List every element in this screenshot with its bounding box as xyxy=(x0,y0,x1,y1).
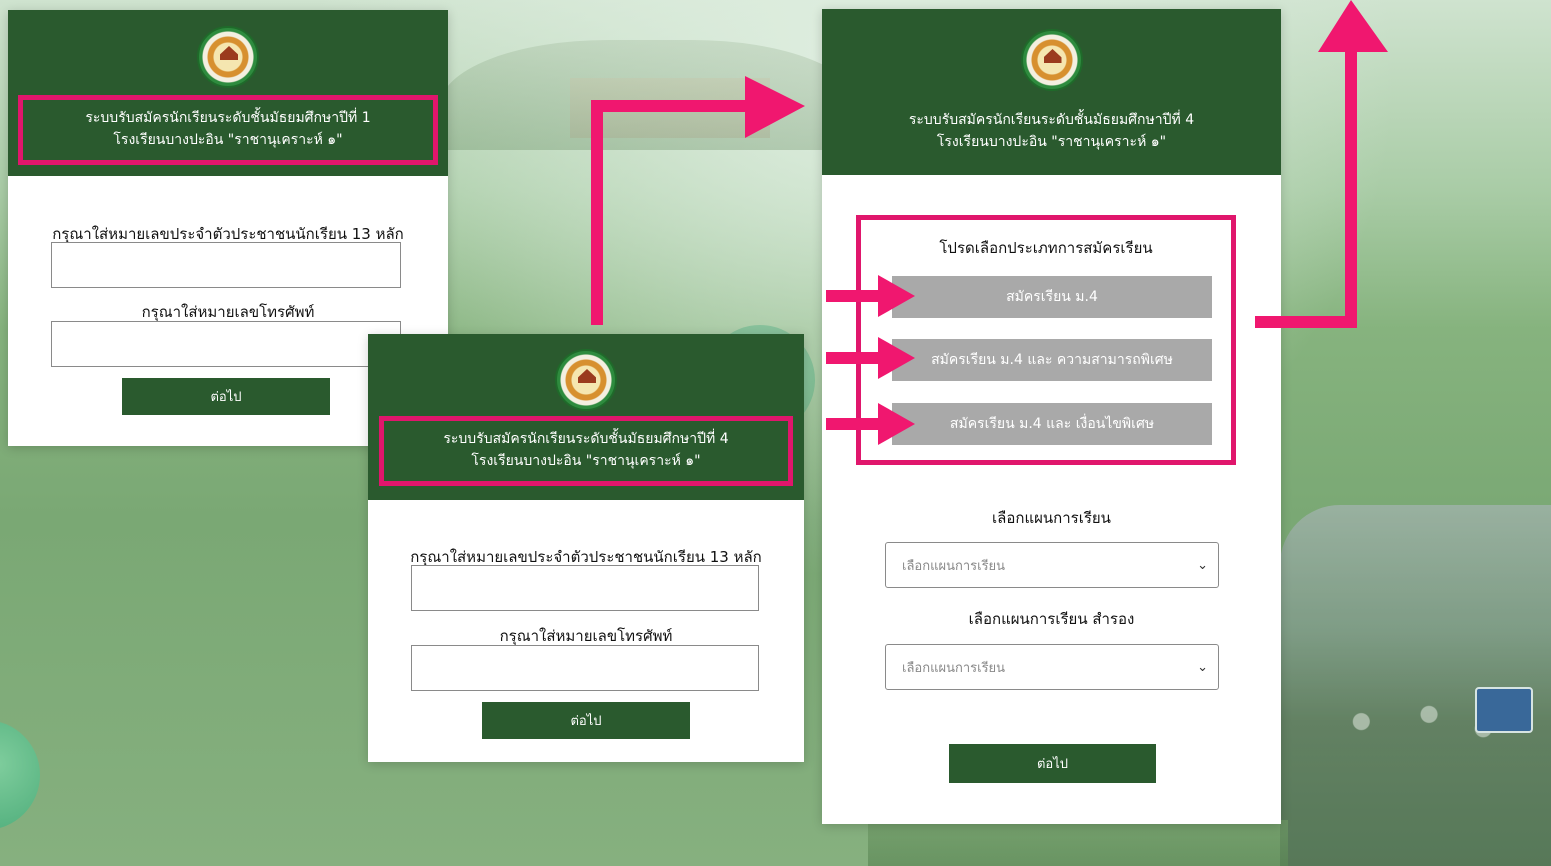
page-title-line2: โรงเรียนบางปะอิน "ราชานุเคราะห์ ๑" xyxy=(113,132,343,148)
option-register-m4-special-talent[interactable]: สมัครเรียน ม.4 และ ความสามารถพิเศษ xyxy=(892,339,1212,381)
background-flag xyxy=(1475,687,1533,733)
background-building xyxy=(570,78,770,138)
registration-type-group: โปรดเลือกประเภทการสมัครเรียน สมัครเรียน … xyxy=(856,215,1236,465)
next-button[interactable]: ต่อไป xyxy=(482,702,690,739)
next-button[interactable]: ต่อไป xyxy=(122,378,330,415)
study-plan-label: เลือกแผนการเรียน xyxy=(992,509,1111,527)
page-title-highlight: ระบบรับสมัครนักเรียนระดับชั้นมัธยมศึกษาป… xyxy=(18,95,438,165)
registration-card-m4: ระบบรับสมัครนักเรียนระดับชั้นมัธยมศึกษาป… xyxy=(368,334,804,762)
page-title-line1: ระบบรับสมัครนักเรียนระดับชั้นมัธยมศึกษาป… xyxy=(908,112,1195,128)
card-header: ระบบรับสมัครนักเรียนระดับชั้นมัธยมศึกษาป… xyxy=(368,334,804,500)
background-trees xyxy=(440,40,860,150)
option-register-m4-special-condition[interactable]: สมัครเรียน ม.4 และ เงื่อนไขพิเศษ xyxy=(892,403,1212,445)
study-plan-placeholder: เลือกแผนการเรียน xyxy=(902,558,1006,574)
page-title-line2: โรงเรียนบางปะอิน "ราชานุเคราะห์ ๑" xyxy=(936,134,1167,150)
page-title: ระบบรับสมัครนักเรียนระดับชั้นมัธยมศึกษาป… xyxy=(909,109,1194,153)
backup-plan-label: เลือกแผนการเรียน สำรอง xyxy=(968,610,1135,628)
decor-circle-left xyxy=(0,720,40,830)
school-logo xyxy=(1020,29,1083,91)
study-plan-select[interactable]: เลือกแผนการเรียน ⌄ xyxy=(885,542,1219,588)
next-button[interactable]: ต่อไป xyxy=(949,744,1156,783)
registration-type-card: ระบบรับสมัครนักเรียนระดับชั้นมัธยมศึกษาป… xyxy=(822,9,1281,824)
national-id-input[interactable] xyxy=(411,565,759,611)
arrow-card2-to-card3 xyxy=(591,76,805,325)
backup-plan-select[interactable]: เลือกแผนการเรียน ⌄ xyxy=(885,644,1219,690)
chevron-down-icon: ⌄ xyxy=(1197,659,1208,675)
option-register-m4[interactable]: สมัครเรียน ม.4 xyxy=(892,276,1212,318)
card-header: ระบบรับสมัครนักเรียนระดับชั้นมัธยมศึกษาป… xyxy=(8,10,448,176)
phone-input[interactable] xyxy=(51,321,401,367)
page-title-line1: ระบบรับสมัครนักเรียนระดับชั้นมัธยมศึกษาป… xyxy=(85,110,371,126)
card-header: ระบบรับสมัครนักเรียนระดับชั้นมัธยมศึกษาป… xyxy=(822,9,1281,175)
school-logo xyxy=(555,349,617,411)
background-students-photo xyxy=(1280,505,1551,866)
phone-input[interactable] xyxy=(411,645,759,691)
chevron-down-icon: ⌄ xyxy=(1197,557,1208,573)
national-id-input[interactable] xyxy=(51,242,401,288)
page-title-line2: โรงเรียนบางปะอิน "ราชานุเคราะห์ ๑" xyxy=(471,453,701,469)
registration-type-title: โปรดเลือกประเภทการสมัครเรียน xyxy=(939,239,1153,257)
page-title-highlight: ระบบรับสมัครนักเรียนระดับชั้นมัธยมศึกษาป… xyxy=(379,416,793,486)
backup-plan-placeholder: เลือกแผนการเรียน xyxy=(902,660,1006,676)
school-logo xyxy=(197,26,259,88)
background-grass xyxy=(868,820,1288,866)
page-title-line1: ระบบรับสมัครนักเรียนระดับชั้นมัธยมศึกษาป… xyxy=(443,431,729,447)
